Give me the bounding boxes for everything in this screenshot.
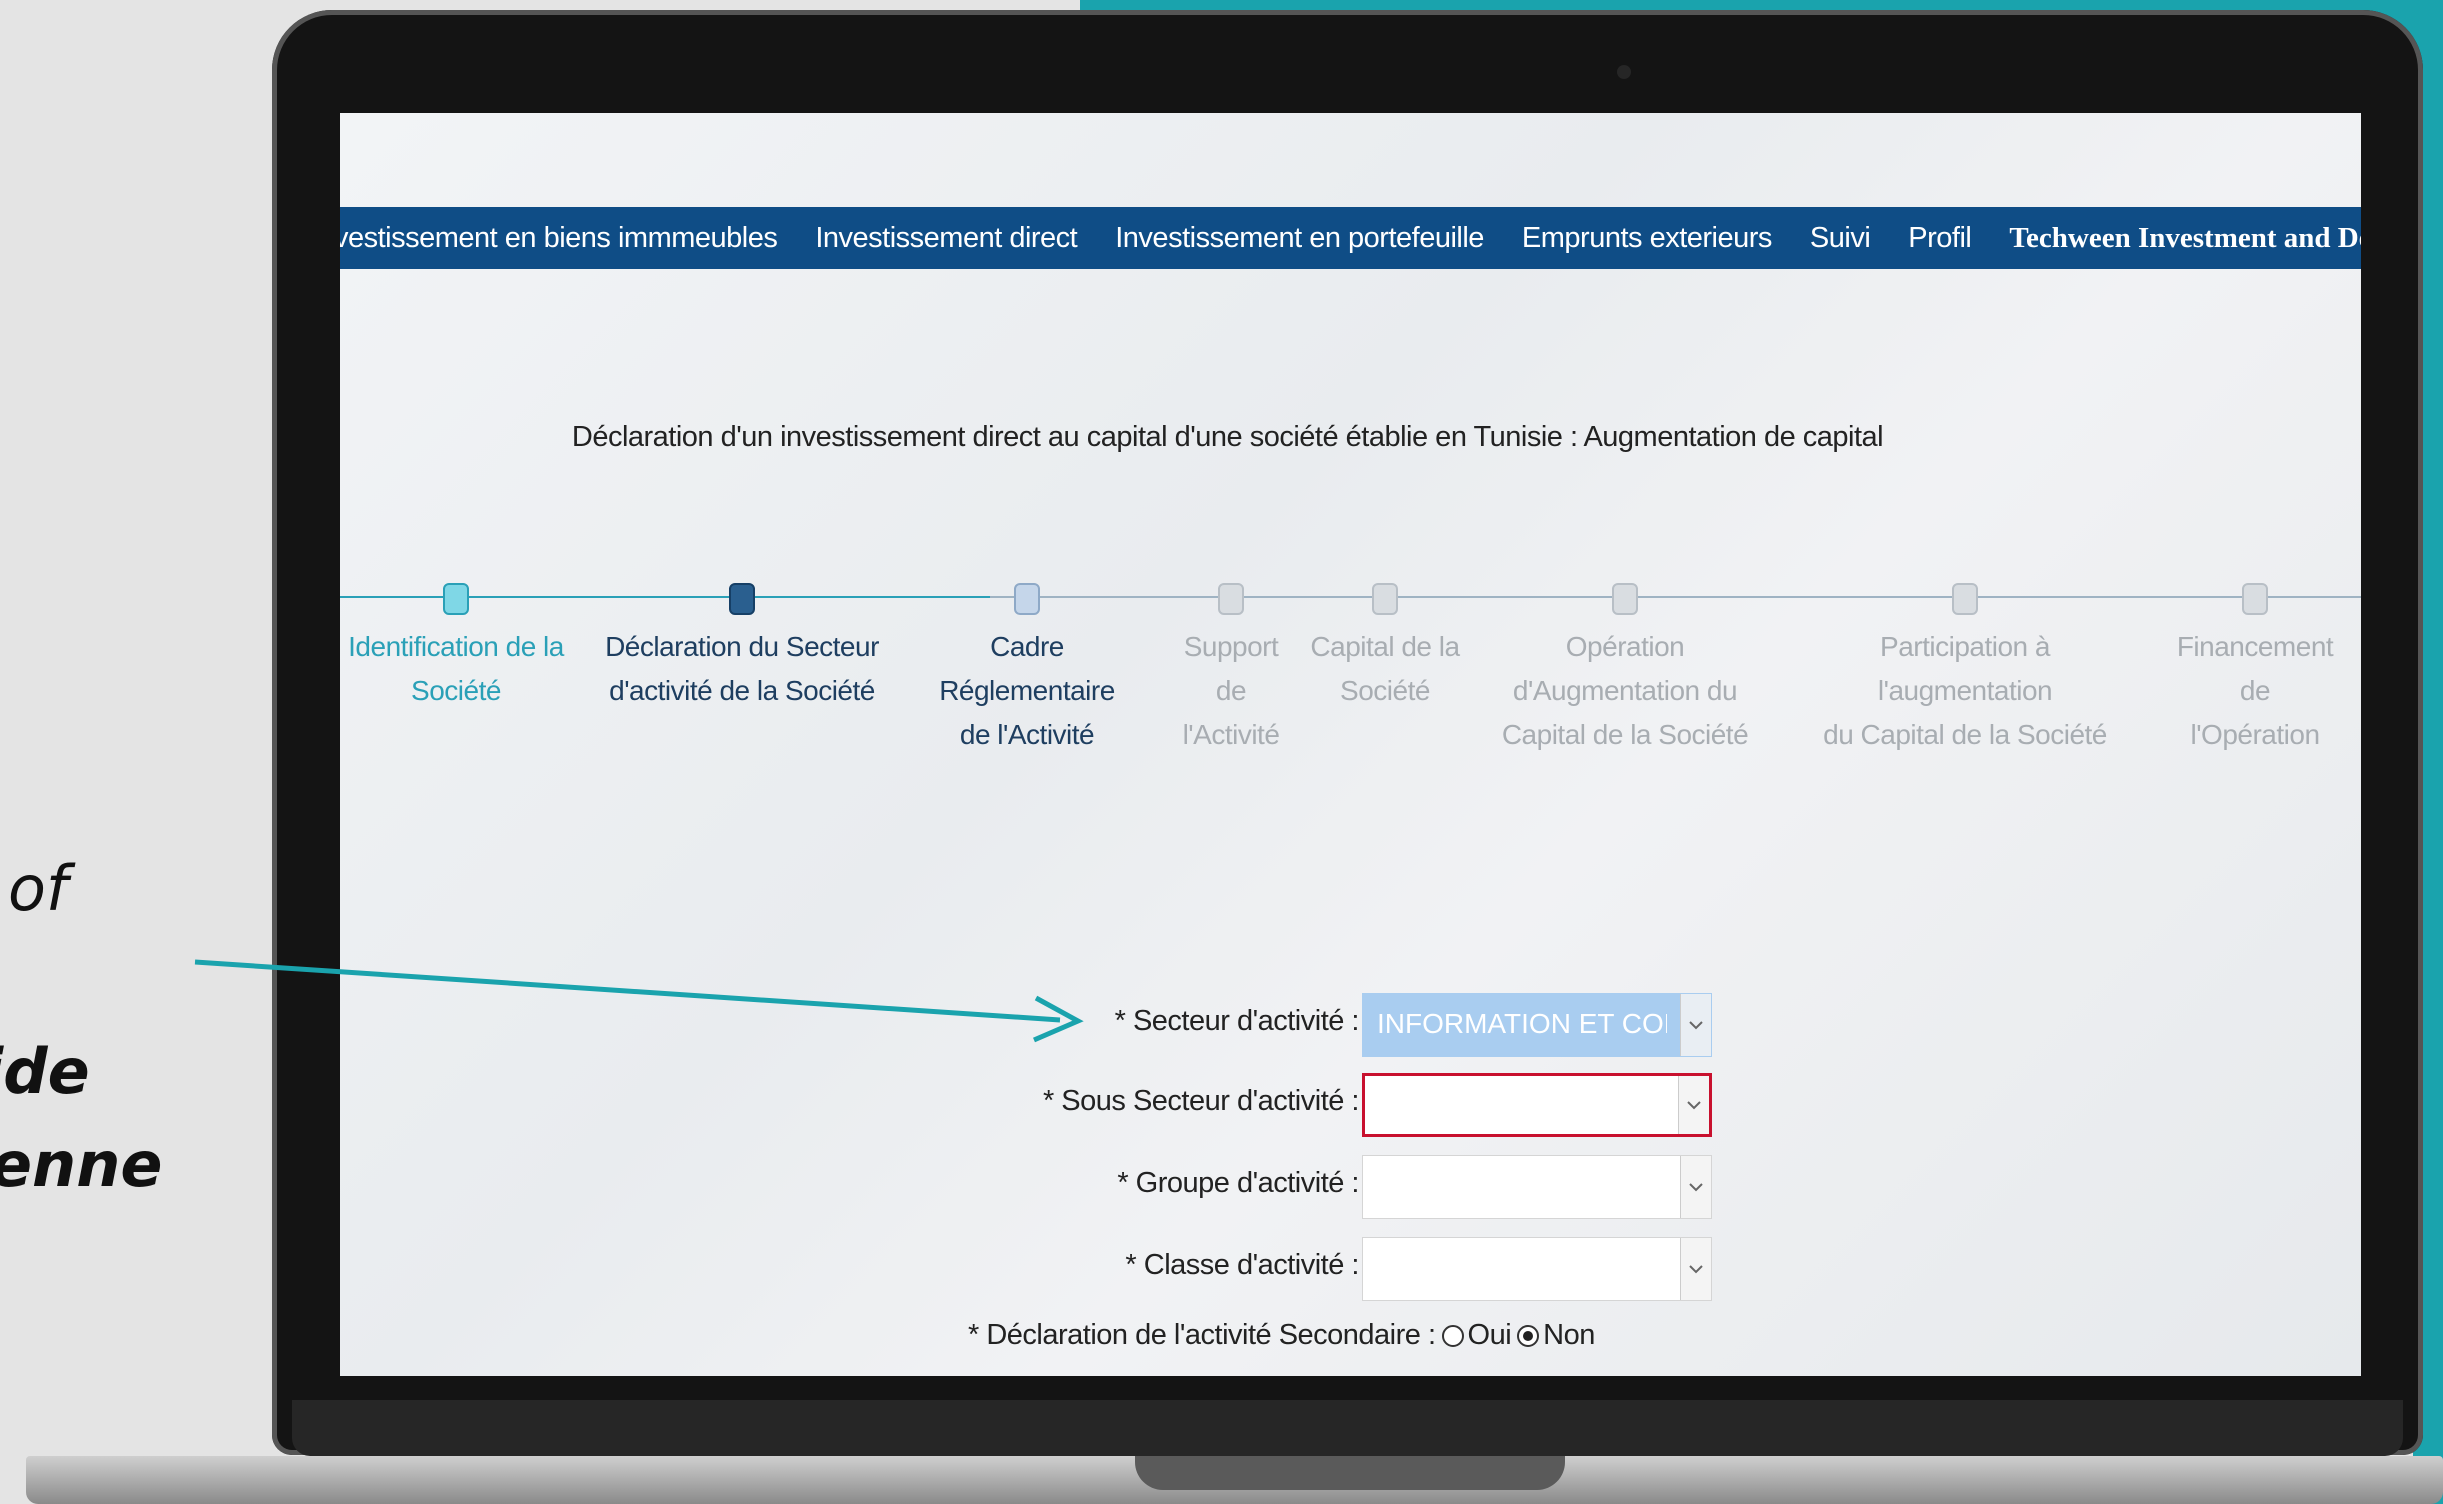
screen: vestissement en biens immmeubles Investi… bbox=[340, 113, 2361, 1376]
step-label: Identification de la bbox=[348, 631, 564, 662]
sous-secteur-label: * Sous Secteur d'activité : bbox=[1042, 1085, 1360, 1117]
step-label: Société bbox=[411, 675, 501, 706]
step-participation[interactable]: Participation à l'augmentation du Capital… bbox=[1810, 583, 2120, 757]
camera-icon bbox=[1617, 65, 1631, 79]
radio-oui-label[interactable]: Oui bbox=[1468, 1319, 1512, 1352]
classe-label: * Classe d'activité : bbox=[1125, 1249, 1359, 1281]
step-label: d'activité de la Société bbox=[609, 675, 875, 706]
step-label: Opération d'Augmentation du bbox=[1512, 631, 1738, 706]
step-label: Support de bbox=[1183, 631, 1279, 706]
step-declaration-secteur[interactable]: Déclaration du Secteur d'activité de la S… bbox=[602, 583, 882, 713]
top-navbar: vestissement en biens immmeubles Investi… bbox=[340, 207, 2361, 269]
step-label: Déclaration du Secteur bbox=[605, 631, 879, 662]
chevron-down-icon[interactable] bbox=[1680, 994, 1711, 1056]
chevron-down-icon[interactable] bbox=[1678, 1076, 1709, 1134]
nav-item-profil[interactable]: Profil bbox=[1908, 222, 1972, 255]
step-support-activite[interactable]: Support de l'Activité bbox=[1166, 583, 1296, 757]
nav-item-suivi[interactable]: Suivi bbox=[1810, 222, 1871, 255]
secteur-label: * Secteur d'activité : bbox=[1114, 1005, 1360, 1037]
step-label: Participation à l'augmentation bbox=[1877, 631, 2053, 706]
secteur-select[interactable]: INFORMATION ET COMMUNICATION bbox=[1362, 993, 1712, 1057]
activite-secondaire-label: * Déclaration de l'activité Secondaire : bbox=[968, 1319, 1436, 1351]
side-caption-line3: enne bbox=[0, 1128, 163, 1201]
step-label: Capital de la Société bbox=[1501, 719, 1749, 750]
step-marker bbox=[1612, 583, 1638, 615]
step-label: l'Activité bbox=[1182, 719, 1280, 750]
nav-item-emprunts[interactable]: Emprunts exterieurs bbox=[1522, 222, 1773, 255]
page-title: Déclaration d'un investissement direct a… bbox=[571, 421, 1884, 453]
chevron-down-icon[interactable] bbox=[1680, 1238, 1711, 1300]
step-marker bbox=[729, 583, 755, 615]
step-cadre-reglementaire[interactable]: Cadre Réglementaire de l'Activité bbox=[907, 583, 1147, 757]
step-label: Cadre Réglementaire bbox=[939, 631, 1115, 706]
step-label: l'Opération bbox=[2190, 719, 2320, 750]
step-label: Société bbox=[1340, 675, 1430, 706]
nav-item-investissement-direct[interactable]: Investissement direct bbox=[815, 222, 1077, 255]
sous-secteur-select[interactable] bbox=[1362, 1073, 1712, 1137]
chevron-down-icon[interactable] bbox=[1680, 1156, 1711, 1218]
step-label: de l'Activité bbox=[959, 719, 1095, 750]
side-caption-line1: of bbox=[8, 852, 68, 925]
groupe-select[interactable] bbox=[1362, 1155, 1712, 1219]
step-identification[interactable]: Identification de la Société bbox=[341, 583, 571, 713]
step-marker bbox=[1952, 583, 1978, 615]
step-operation-augmentation[interactable]: Opération d'Augmentation du Capital de la… bbox=[1475, 583, 1775, 757]
laptop-base-notch bbox=[1135, 1456, 1565, 1490]
laptop-chin bbox=[292, 1400, 2403, 1456]
nav-item-portefeuille[interactable]: Investissement en portefeuille bbox=[1115, 222, 1484, 255]
step-label: du Capital de la Société bbox=[1823, 719, 2107, 750]
step-label: Financement de bbox=[2176, 631, 2334, 706]
step-marker bbox=[1372, 583, 1398, 615]
radio-oui[interactable] bbox=[1441, 1324, 1464, 1347]
company-name: Techween Investment and Development SPC bbox=[2009, 221, 2361, 254]
classe-select[interactable] bbox=[1362, 1237, 1712, 1301]
secteur-value: INFORMATION ET COMMUNICATION bbox=[1377, 1008, 1667, 1039]
activite-secondaire-row: * Déclaration de l'activité Secondaire :… bbox=[968, 1319, 1595, 1352]
step-marker bbox=[443, 583, 469, 615]
radio-non-label[interactable]: Non bbox=[1543, 1319, 1595, 1352]
groupe-label: * Groupe d'activité : bbox=[1117, 1167, 1359, 1199]
step-marker bbox=[1218, 583, 1244, 615]
side-caption-line2: ide bbox=[0, 1035, 90, 1108]
step-label: Capital de la bbox=[1310, 631, 1460, 662]
step-marker bbox=[1014, 583, 1040, 615]
radio-non[interactable] bbox=[1517, 1324, 1540, 1347]
step-financement[interactable]: Financement de l'Opération bbox=[2160, 583, 2350, 757]
step-capital-societe[interactable]: Capital de la Société bbox=[1310, 583, 1460, 713]
step-marker bbox=[2242, 583, 2268, 615]
nav-item-biens-immeubles[interactable]: vestissement en biens immmeubles bbox=[340, 222, 778, 255]
